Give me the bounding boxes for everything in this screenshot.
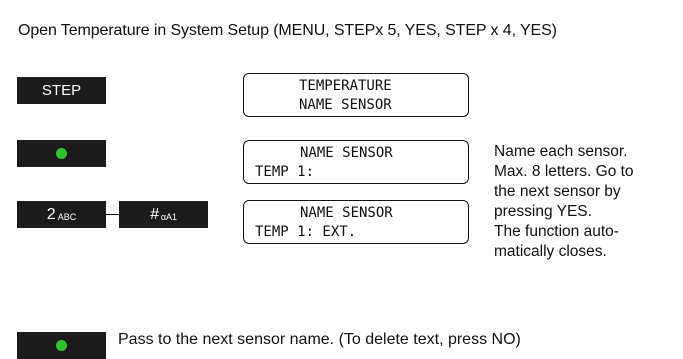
lcd-display-temperature: TEMPERATURE NAME SENSOR (243, 73, 469, 117)
lcd-line-2: NAME SENSOR (299, 97, 392, 113)
key-hash-label: # (149, 205, 159, 223)
footer-instruction: Pass to the next sensor name. (To delete… (118, 331, 521, 348)
description-line: Max. 8 letters. Go to (494, 163, 634, 180)
lcd-line-1: NAME SENSOR (300, 205, 393, 221)
key-hash-sub-label: αA1 (160, 211, 178, 222)
lcd-display-name-sensor-ext: NAME SENSOR TEMP 1: EXT. (243, 200, 469, 244)
instruction-heading: Open Temperature in System Setup (MENU, … (18, 22, 557, 39)
key-connector-line (106, 214, 119, 215)
description-line: The function auto- (494, 223, 619, 240)
description-line: the next sensor by (494, 183, 621, 200)
green-led-icon (56, 340, 67, 351)
key-2-sub-label: ABC (57, 211, 77, 222)
description-line: matically closes. (494, 243, 607, 260)
description-text: Name each sensor. Max. 8 letters. Go to … (494, 142, 683, 262)
key-hash[interactable]: # αA1 (119, 201, 208, 228)
yes-key[interactable] (17, 140, 106, 167)
step-key-label: STEP (41, 82, 82, 99)
lcd-display-name-sensor: NAME SENSOR TEMP 1: (243, 140, 469, 184)
green-led-icon (56, 148, 67, 159)
lcd-line-1: NAME SENSOR (300, 145, 393, 161)
key-2-abc[interactable]: 2 ABC (17, 201, 106, 228)
lcd-line-2: TEMP 1: EXT. (255, 224, 357, 240)
lcd-line-1: TEMPERATURE (299, 78, 392, 94)
step-key[interactable]: STEP (17, 77, 106, 104)
yes-key-2[interactable] (17, 332, 106, 359)
description-line: pressing YES. (494, 203, 592, 220)
description-line: Name each sensor. (494, 143, 628, 160)
key-2-label: 2 (46, 205, 56, 223)
lcd-line-2: TEMP 1: (255, 164, 315, 180)
